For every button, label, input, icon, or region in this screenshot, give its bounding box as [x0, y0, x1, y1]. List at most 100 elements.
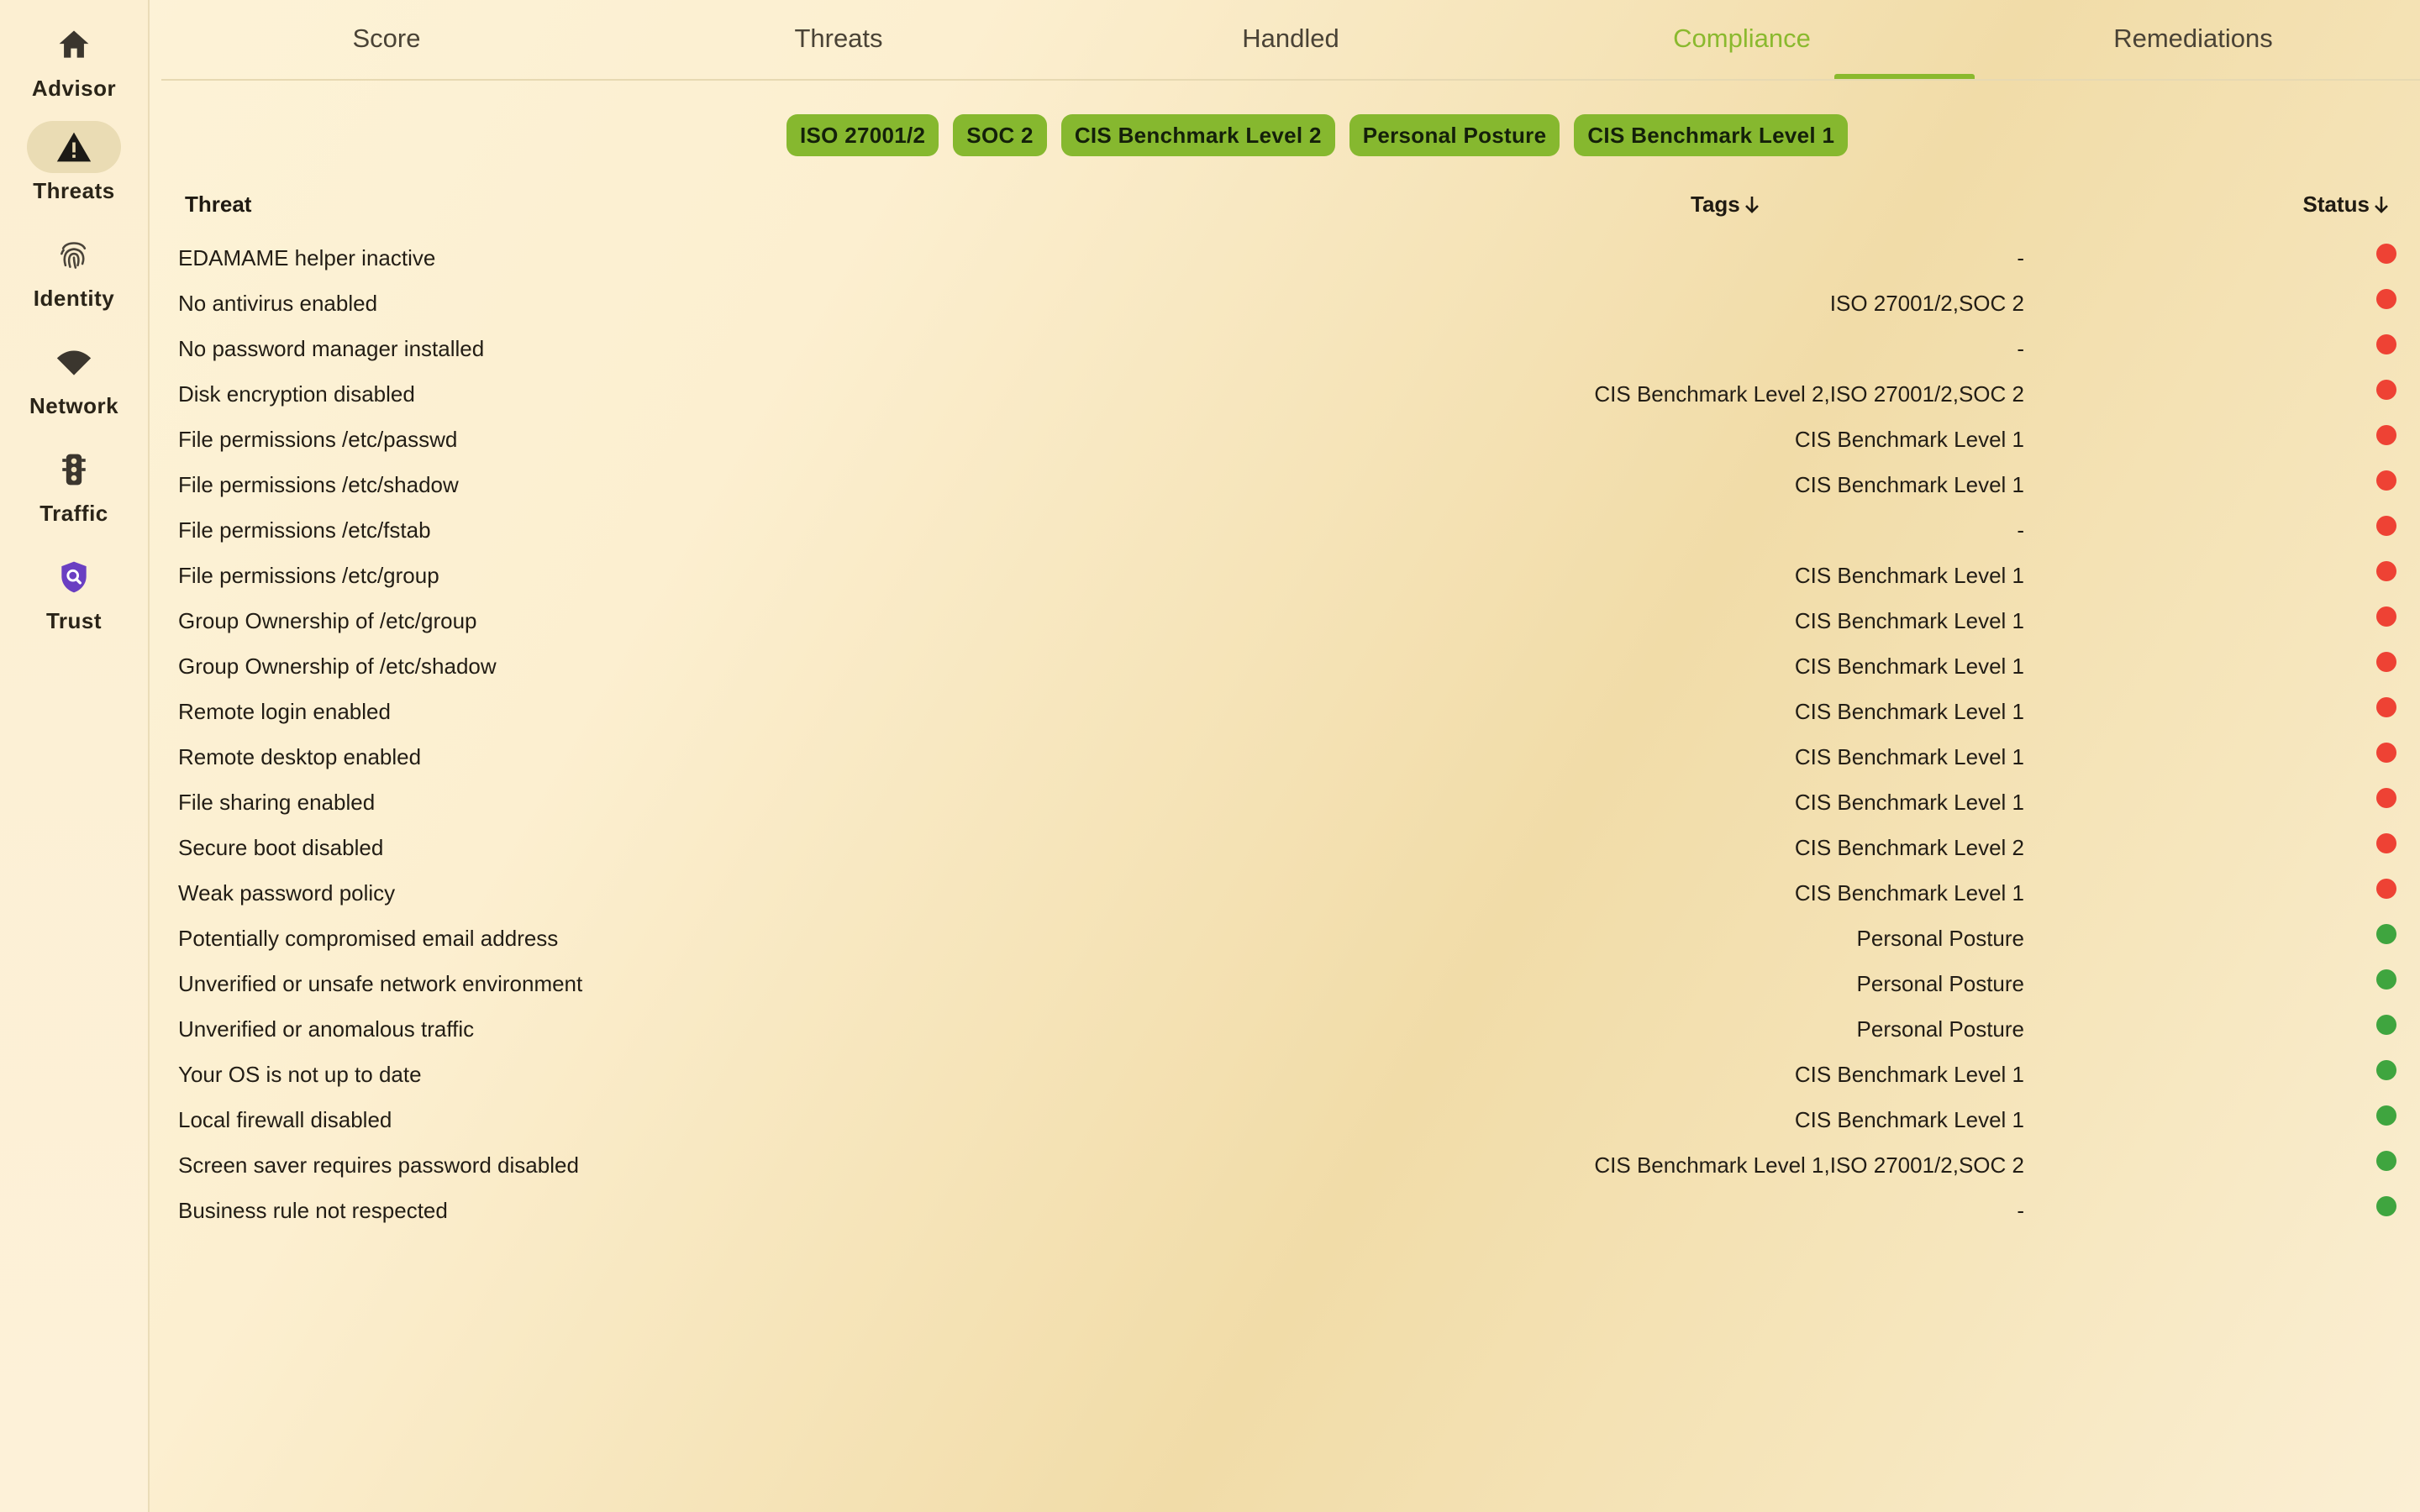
- threat-tags: CIS Benchmark Level 1: [1794, 1062, 2024, 1087]
- table-row[interactable]: No antivirus enabled ISO 27001/2,SOC 2: [161, 281, 2420, 326]
- threat-name: File sharing enabled: [178, 790, 376, 815]
- tab-label: Score: [352, 24, 421, 53]
- sidebar-item-label: Traffic: [39, 501, 108, 526]
- threat-name: Secure boot disabled: [178, 835, 384, 860]
- sidebar-item-traffic[interactable]: Traffic: [0, 444, 148, 541]
- threat-tags: CIS Benchmark Level 1: [1794, 563, 2024, 588]
- nav-icon-wrap: [27, 121, 121, 173]
- filter-chip-cis-level-1[interactable]: CIS Benchmark Level 1: [1574, 114, 1849, 156]
- status-indicator-green: [2376, 924, 2396, 944]
- table-row[interactable]: Disk encryption disabled CIS Benchmark Le…: [161, 371, 2420, 417]
- status-indicator-red: [2376, 652, 2396, 672]
- threat-tags: CIS Benchmark Level 1: [1794, 790, 2024, 815]
- threat-tags: -: [2017, 1198, 2024, 1223]
- status-indicator-green: [2376, 1196, 2396, 1216]
- threat-name: Disk encryption disabled: [178, 381, 415, 407]
- table-row[interactable]: Business rule not respected -: [161, 1188, 2420, 1233]
- table-row[interactable]: File permissions /etc/shadow CIS Benchmar…: [161, 462, 2420, 507]
- table-row[interactable]: Unverified or unsafe network environment…: [161, 961, 2420, 1006]
- table-row[interactable]: Screen saver requires password disabled C…: [161, 1142, 2420, 1188]
- sidebar-item-threats[interactable]: Threats: [0, 121, 148, 218]
- sidebar-item-label: Network: [29, 393, 119, 418]
- threat-tags: -: [2017, 336, 2024, 361]
- status-indicator-red: [2376, 425, 2396, 445]
- threat-name: Group Ownership of /etc/group: [178, 608, 477, 633]
- threat-tags: -: [2017, 245, 2024, 270]
- tab-threats[interactable]: Threats: [671, 0, 1007, 79]
- status-indicator-red: [2376, 561, 2396, 581]
- table-row[interactable]: Group Ownership of /etc/shadow CIS Benchm…: [161, 643, 2420, 689]
- filter-chip-personal-posture[interactable]: Personal Posture: [1349, 114, 1560, 156]
- threat-name: Remote login enabled: [178, 699, 391, 724]
- threat-name: Unverified or unsafe network environment: [178, 971, 583, 996]
- traffic-light-icon: [62, 454, 86, 486]
- sidebar-item-label: Identity: [33, 286, 115, 311]
- tab-compliance[interactable]: Compliance: [1574, 0, 1910, 79]
- home-icon: [59, 30, 89, 58]
- table-row[interactable]: File permissions /etc/fstab -: [161, 507, 2420, 553]
- nav-icon-wrap: [27, 336, 121, 388]
- tab-remediations[interactable]: Remediations: [2025, 0, 2361, 79]
- column-header-status[interactable]: Status: [2303, 192, 2390, 218]
- table-row[interactable]: Weak password policy CIS Benchmark Level …: [161, 870, 2420, 916]
- status-indicator-red: [2376, 788, 2396, 808]
- sidebar-item-label: Threats: [33, 178, 115, 203]
- threat-name: Screen saver requires password disabled: [178, 1152, 579, 1178]
- threat-name: EDAMAME helper inactive: [178, 245, 436, 270]
- filter-chip-soc-2[interactable]: SOC 2: [953, 114, 1047, 156]
- threat-name: Weak password policy: [178, 880, 396, 906]
- threat-name: File permissions /etc/fstab: [178, 517, 431, 543]
- sort-down-arrow-icon: [1744, 196, 1759, 213]
- filter-chip-cis-level-2[interactable]: CIS Benchmark Level 2: [1060, 114, 1335, 156]
- status-indicator-red: [2376, 743, 2396, 763]
- threat-tags: ISO 27001/2,SOC 2: [1829, 291, 2024, 316]
- sidebar: Advisor Threats Identity Network Traffic…: [0, 0, 150, 1512]
- threats-table-body: EDAMAME helper inactive - No antivirus ena…: [161, 235, 2420, 1233]
- column-header-label: Tags: [1691, 192, 1740, 217]
- sidebar-item-trust[interactable]: Trust: [0, 551, 148, 648]
- tab-label: Threats: [794, 24, 883, 53]
- status-indicator-red: [2376, 516, 2396, 536]
- table-row[interactable]: File sharing enabled CIS Benchmark Level …: [161, 780, 2420, 825]
- threat-name: File permissions /etc/group: [178, 563, 439, 588]
- nav-icon-wrap: [27, 444, 121, 496]
- table-row[interactable]: Secure boot disabled CIS Benchmark Level …: [161, 825, 2420, 870]
- threat-name: Business rule not respected: [178, 1198, 448, 1223]
- table-row[interactable]: File permissions /etc/passwd CIS Benchmar…: [161, 417, 2420, 462]
- table-row[interactable]: No password manager installed -: [161, 326, 2420, 371]
- column-header-tags[interactable]: Tags: [1691, 192, 1760, 218]
- threat-tags: CIS Benchmark Level 1: [1794, 654, 2024, 679]
- column-header-label: Threat: [185, 192, 252, 217]
- table-row[interactable]: EDAMAME helper inactive -: [161, 235, 2420, 281]
- sidebar-item-network[interactable]: Network: [0, 336, 148, 433]
- sidebar-item-advisor[interactable]: Advisor: [0, 18, 148, 116]
- threat-tags: CIS Benchmark Level 1: [1794, 699, 2024, 724]
- wifi-icon: [56, 350, 92, 375]
- threat-name: Potentially compromised email address: [178, 926, 559, 951]
- threat-name: Your OS is not up to date: [178, 1062, 422, 1087]
- table-row[interactable]: Remote desktop enabled CIS Benchmark Leve…: [161, 734, 2420, 780]
- tab-label: Handled: [1242, 24, 1339, 53]
- table-row[interactable]: Local firewall disabled CIS Benchmark Lev…: [161, 1097, 2420, 1142]
- threat-tags: Personal Posture: [1856, 971, 2024, 996]
- status-indicator-green: [2376, 1105, 2396, 1126]
- threat-tags: CIS Benchmark Level 1: [1794, 744, 2024, 769]
- tab-label: Compliance: [1673, 24, 1811, 53]
- table-row[interactable]: Your OS is not up to date CIS Benchmark L…: [161, 1052, 2420, 1097]
- sidebar-item-label: Advisor: [31, 76, 117, 101]
- table-row[interactable]: File permissions /etc/group CIS Benchmark…: [161, 553, 2420, 598]
- tab-handled[interactable]: Handled: [1123, 0, 1459, 79]
- status-indicator-red: [2376, 606, 2396, 627]
- threat-name: File permissions /etc/passwd: [178, 427, 458, 452]
- table-row[interactable]: Remote login enabled CIS Benchmark Level …: [161, 689, 2420, 734]
- table-row[interactable]: Group Ownership of /etc/group CIS Benchma…: [161, 598, 2420, 643]
- table-row[interactable]: Potentially compromised email address Per…: [161, 916, 2420, 961]
- column-header-threat[interactable]: Threat: [185, 192, 251, 218]
- tab-score[interactable]: Score: [218, 0, 555, 79]
- status-indicator-red: [2376, 697, 2396, 717]
- table-row[interactable]: Unverified or anomalous traffic Personal …: [161, 1006, 2420, 1052]
- threat-tags: CIS Benchmark Level 2,ISO 27001/2,SOC 2: [1594, 381, 2024, 407]
- sidebar-item-identity[interactable]: Identity: [0, 228, 148, 326]
- filter-chip-iso-27001[interactable]: ISO 27001/2: [786, 114, 939, 156]
- status-indicator-red: [2376, 380, 2396, 400]
